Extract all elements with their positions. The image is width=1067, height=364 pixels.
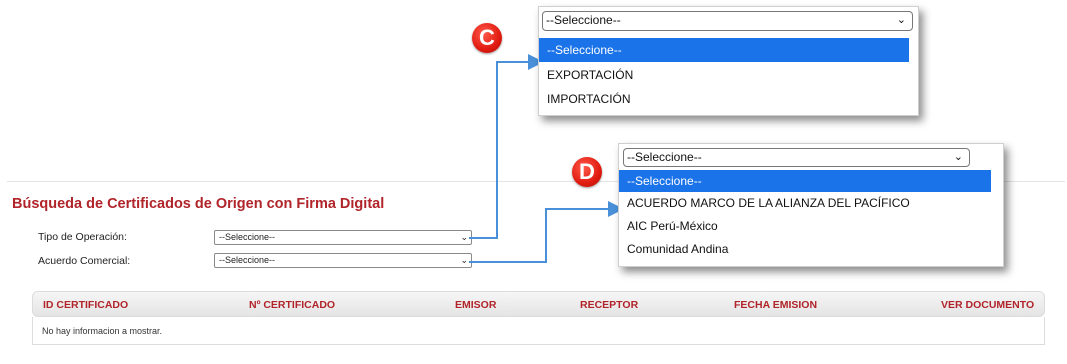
chevron-down-icon: ⌄ (896, 14, 906, 26)
dropdown-c-option[interactable]: --Seleccione-- (539, 38, 909, 62)
dropdown-d-option[interactable]: --Seleccione-- (619, 170, 991, 192)
chevron-down-icon: ⌄ (953, 151, 963, 163)
dropdown-c-popup: --Seleccione-- ⌄ --Seleccione-- EXPORTAC… (538, 6, 919, 116)
dropdown-c-select[interactable]: --Seleccione-- ⌄ (542, 11, 913, 31)
badge-d: D (572, 157, 602, 187)
dropdown-d-option[interactable]: Comunidad Andina (619, 238, 991, 260)
dropdown-d-option[interactable]: AIC Perú-México (619, 215, 991, 237)
badge-c: C (472, 23, 502, 53)
dropdown-d-selected: --Seleccione-- (627, 150, 702, 164)
arrow-to-dropdown-d (469, 201, 624, 263)
dropdown-d-option[interactable]: ACUERDO MARCO DE LA ALIANZA DEL PACÍFICO (619, 192, 991, 214)
dropdown-c-selected: --Seleccione-- (546, 13, 621, 27)
dropdown-d-select[interactable]: --Seleccione-- ⌄ (623, 148, 970, 167)
arrow-to-dropdown-c (469, 54, 544, 239)
dropdown-c-option[interactable]: EXPORTACIÓN (539, 63, 909, 87)
dropdown-d-popup: --Seleccione-- ⌄ --Seleccione-- ACUERDO … (618, 143, 1004, 267)
dropdown-c-option[interactable]: IMPORTACIÓN (539, 87, 909, 111)
